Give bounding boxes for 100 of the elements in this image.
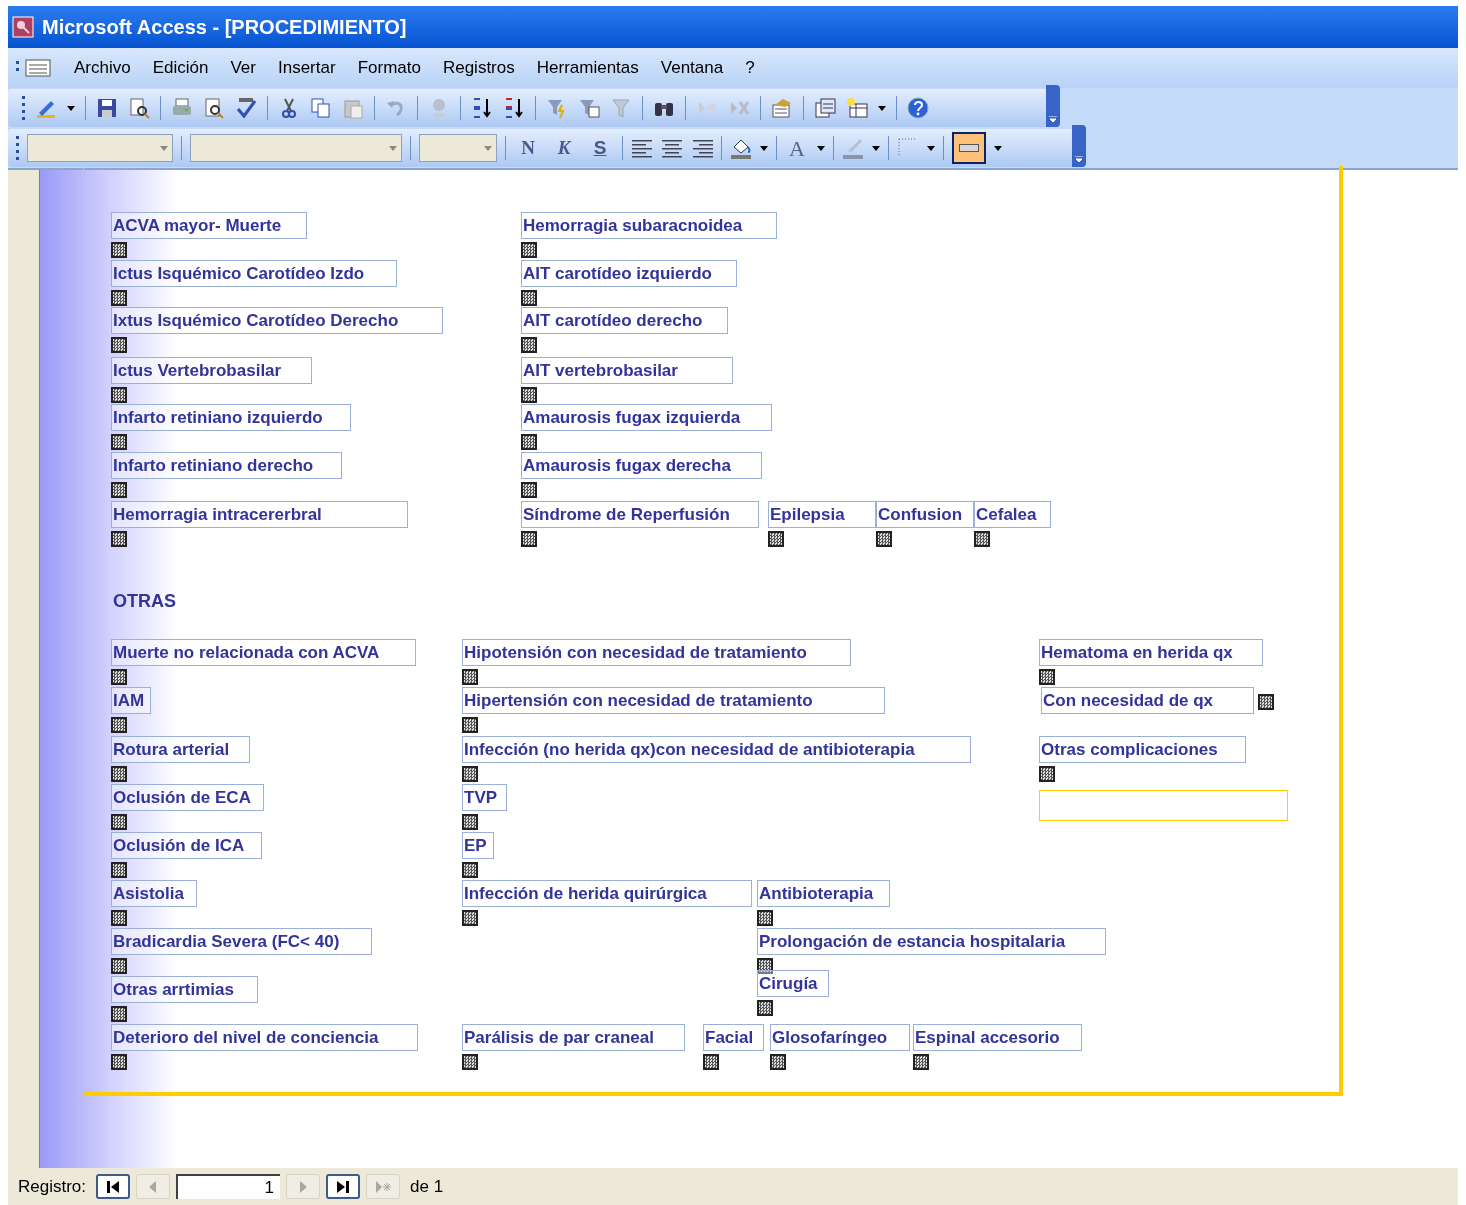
field-label: Cirugía [757,970,829,997]
last-record-button[interactable] [326,1174,361,1199]
checkbox[interactable] [111,482,127,498]
underline-button[interactable]: S [586,133,614,163]
list-magnifier-icon[interactable] [128,97,150,119]
align-center-icon[interactable] [661,137,683,159]
table-windows-icon[interactable] [814,97,836,119]
menu-item[interactable]: Insertar [278,55,336,81]
checkbox[interactable] [111,669,127,685]
page-magnifier-icon[interactable] [203,97,225,119]
record-number-field[interactable]: 1 [176,1174,281,1199]
checkbox[interactable] [703,1054,719,1070]
checkbox[interactable] [111,814,127,830]
spell-check-icon[interactable] [235,97,257,119]
checkbox[interactable] [111,958,127,974]
checkbox[interactable] [521,434,537,450]
font-color-button[interactable]: A [785,131,809,165]
checkbox[interactable] [111,717,127,733]
menu-item[interactable]: ? [745,55,755,81]
checkbox[interactable] [111,434,127,450]
checkbox[interactable] [462,814,478,830]
dropdown-caret-icon[interactable] [817,145,825,151]
checkbox[interactable] [462,766,478,782]
checkbox[interactable] [111,337,127,353]
italic-button[interactable]: K [550,133,578,163]
toolbar-grip-icon[interactable] [22,96,25,120]
new-table-icon[interactable] [846,97,868,119]
menu-item[interactable]: Ver [230,55,256,81]
checkbox[interactable] [521,337,537,353]
bold-button[interactable]: N [514,133,542,163]
checkbox[interactable] [757,958,773,974]
checkbox[interactable] [1039,766,1055,782]
checkbox[interactable] [913,1054,929,1070]
chevron-icon[interactable] [1049,116,1057,123]
checkbox[interactable] [111,531,127,547]
paint-bucket-icon[interactable] [730,137,752,159]
checkbox[interactable] [462,1054,478,1070]
toolbar-options-button[interactable] [1072,125,1086,167]
checkbox[interactable] [111,387,127,403]
window-title: Microsoft Access - [PROCEDIMIENTO] [42,15,407,40]
checkbox[interactable] [462,669,478,685]
menu-item[interactable]: Herramientas [536,55,639,81]
dropdown-caret-icon[interactable] [67,105,75,111]
menu-item[interactable]: Archivo [74,55,131,81]
sort-ascending-icon[interactable] [471,97,493,119]
toolbar-options-button[interactable] [1046,85,1060,127]
checkbox[interactable] [111,290,127,306]
special-effect-button[interactable] [952,132,986,164]
dropdown-caret-icon[interactable] [994,145,1002,151]
checkbox[interactable] [111,1054,127,1070]
checkbox[interactable] [462,862,478,878]
checkbox[interactable] [521,387,537,403]
checkbox[interactable] [757,910,773,926]
dropdown-caret-icon[interactable] [872,145,880,151]
checkbox[interactable] [111,242,127,258]
checkbox[interactable] [974,531,990,547]
chevron-icon[interactable] [1075,156,1083,163]
help-icon[interactable] [907,97,929,119]
dropdown-caret-icon[interactable] [878,105,886,111]
field-label: Infarto retiniano derecho [111,452,342,479]
checkbox[interactable] [757,1000,773,1016]
align-left-icon[interactable] [631,137,653,159]
menu-item[interactable]: Registros [442,55,515,81]
checkbox[interactable] [521,290,537,306]
checkbox[interactable] [1039,669,1055,685]
field-label: Prolongación de estancia hospitalaria [757,928,1106,955]
checkbox[interactable] [111,1006,127,1022]
copy-icon[interactable] [310,97,332,119]
checkbox[interactable] [1258,694,1274,710]
checkbox[interactable] [521,482,537,498]
menu-item[interactable]: Edición [152,55,209,81]
field-label: Infarto retiniano izquierdo [111,404,351,431]
menu-item[interactable]: Formato [357,55,421,81]
field-label: Oclusión de ICA [111,832,262,859]
clipboard-icon[interactable] [342,97,364,119]
checkbox[interactable] [521,242,537,258]
checkbox[interactable] [462,717,478,733]
filter-form-icon[interactable] [578,97,600,119]
dropdown-caret-icon[interactable] [927,145,935,151]
properties-sheet-icon[interactable] [771,97,793,119]
checkbox[interactable] [521,531,537,547]
checkbox[interactable] [876,531,892,547]
raised-rectangle-icon [959,144,979,152]
sort-descending-icon[interactable] [503,97,525,119]
field-label: Síndrome de Reperfusión [521,501,759,528]
checkbox[interactable] [111,766,127,782]
dropdown-caret-icon[interactable] [760,145,768,151]
first-record-button[interactable] [96,1174,131,1199]
field-label: Hemorragia intracererbral [111,501,408,528]
checkbox[interactable] [111,910,127,926]
text-field[interactable] [1039,790,1288,821]
align-right-icon[interactable] [691,137,713,159]
field-label: Epilepsia [768,501,876,528]
checkbox[interactable] [111,862,127,878]
form-menu-icon[interactable] [16,58,52,78]
checkbox[interactable] [462,910,478,926]
menu-item[interactable]: Ventana [660,55,724,81]
checkbox[interactable] [768,531,784,547]
toolbar-grip-icon[interactable] [16,136,19,160]
checkbox[interactable] [770,1054,786,1070]
